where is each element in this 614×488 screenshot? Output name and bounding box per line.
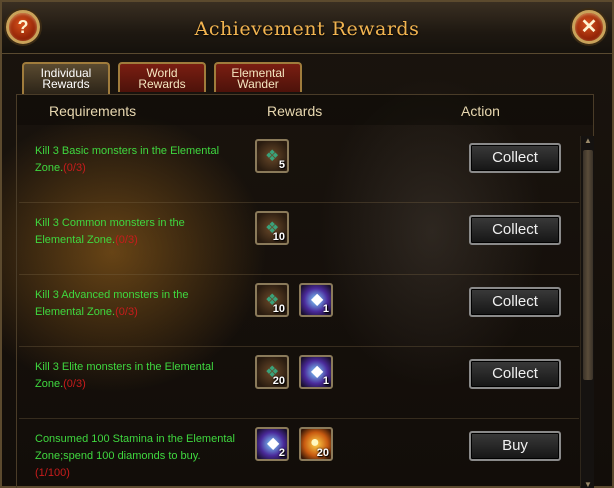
crystal-icon[interactable]: ◆ 1 [299, 355, 333, 389]
reward-quantity: 10 [272, 303, 285, 315]
requirement-text: Consumed 100 Stamina in the Elemental Zo… [35, 433, 235, 479]
table-row: Consumed 100 Stamina in the Elemental Zo… [19, 419, 579, 488]
progress-text: (1/100) [35, 467, 70, 479]
requirement-text: Kill 3 Advanced monsters in the Elementa… [35, 289, 189, 318]
reward-quantity: 1 [322, 375, 329, 387]
progress-text: (0/3) [63, 378, 86, 390]
scroll-icon[interactable]: ❖ 10 [255, 283, 289, 317]
reward-quantity: 20 [272, 375, 285, 387]
requirements-header: Requirements [49, 103, 137, 119]
window-title: Achievement Rewards [194, 18, 420, 40]
rewards-header: Rewards [267, 103, 323, 119]
scroll-icon[interactable]: ❖ 5 [255, 139, 289, 173]
tab-individual-rewards[interactable]: Individual Rewards [22, 62, 110, 94]
buy-button[interactable]: Buy [469, 431, 561, 461]
scroll-up-icon[interactable]: ▲ [582, 136, 594, 146]
requirement-text: Kill 3 Elite monsters in the Elemental Z… [35, 361, 214, 390]
progress-text: (0/3) [115, 306, 138, 318]
rewards-panel: Requirements Rewards Action Kill 3 Basic… [16, 94, 594, 488]
table-row: Kill 3 Elite monsters in the Elemental Z… [19, 347, 579, 419]
tab-elemental-wander[interactable]: Elemental Wander [214, 62, 302, 92]
reward-quantity: 20 [316, 447, 329, 459]
reward-quantity: 10 [272, 231, 285, 243]
action-header: Action [461, 103, 500, 119]
reward-quantity: 5 [278, 159, 285, 171]
scroll-icon[interactable]: ❖ 20 [255, 355, 289, 389]
tab-world-rewards[interactable]: World Rewards [118, 62, 206, 92]
progress-text: (0/3) [63, 162, 86, 174]
table-header: Requirements Rewards Action [17, 95, 593, 125]
requirement-text: Kill 3 Common monsters in the Elemental … [35, 217, 185, 246]
scroll-icon[interactable]: ❖ 10 [255, 211, 289, 245]
scroll-down-icon[interactable]: ▼ [582, 480, 594, 488]
collect-button[interactable]: Collect [469, 287, 561, 317]
collect-button[interactable]: Collect [469, 359, 561, 389]
collect-button[interactable]: Collect [469, 143, 561, 173]
crystal-icon[interactable]: ◆ 1 [299, 283, 333, 317]
table-row: Kill 3 Basic monsters in the Elemental Z… [19, 131, 579, 203]
requirement-text: Kill 3 Basic monsters in the Elemental Z… [35, 145, 220, 174]
progress-text: (0/3) [115, 234, 138, 246]
reward-quantity: 1 [322, 303, 329, 315]
table-row: Kill 3 Common monsters in the Elemental … [19, 203, 579, 275]
reward-quantity: 2 [278, 447, 285, 459]
orb-icon[interactable]: ● 20 [299, 427, 333, 461]
table-row: Kill 3 Advanced monsters in the Elementa… [19, 275, 579, 347]
scrollbar[interactable]: ▲ ▼ [580, 136, 594, 488]
title-bar: ? Achievement Rewards ✕ [2, 2, 612, 54]
collect-button[interactable]: Collect [469, 215, 561, 245]
achievement-rewards-window: ? Achievement Rewards ✕ Individual Rewar… [0, 0, 614, 488]
crystal-icon[interactable]: ◆ 2 [255, 427, 289, 461]
scroll-thumb[interactable] [583, 150, 593, 380]
close-button[interactable]: ✕ [572, 10, 606, 44]
